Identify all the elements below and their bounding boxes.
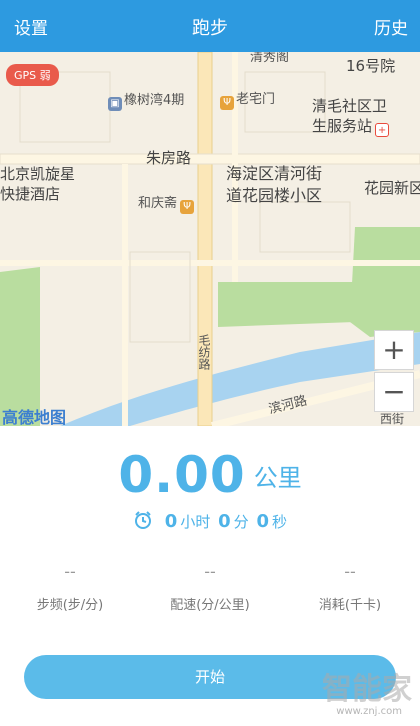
pace-value: -- xyxy=(204,562,216,581)
map-poi: 生服务站 + xyxy=(312,116,391,137)
calories-metric: -- 消耗(千卡) xyxy=(280,562,420,613)
map-label: 和庆斋 xyxy=(138,196,178,211)
road-minor xyxy=(0,260,420,266)
zoom-out-button[interactable]: − xyxy=(374,372,414,412)
seconds-unit: 秒 xyxy=(271,513,287,531)
map-label: 橡树湾4期 xyxy=(124,93,185,108)
distance-display: 0.00 公里 xyxy=(0,446,420,504)
watermark: 智能家 xyxy=(322,672,412,707)
cadence-value: -- xyxy=(64,562,76,581)
calories-label: 消耗(千卡) xyxy=(318,598,382,613)
history-button[interactable]: 历史 xyxy=(374,14,408,39)
restaurant-icon: Ψ xyxy=(180,200,195,214)
map-label: 16号院 xyxy=(346,57,396,75)
park-area xyxy=(350,227,420,337)
hospital-icon: + xyxy=(375,123,390,137)
map-label: 生服务站 xyxy=(312,117,373,135)
road-zhufang xyxy=(0,153,420,165)
map-road-label: 朱房路 xyxy=(146,149,192,167)
park-area xyxy=(0,267,40,426)
top-bar: 设置 跑步 历史 xyxy=(0,0,420,52)
map-label: 快捷酒店 xyxy=(0,185,61,203)
run-stats-panel: 0.00 公里 0 小时 0分 0秒 -- 步频(步/分) -- 配速(分/公里) … xyxy=(0,426,420,726)
hours-value: 0 xyxy=(164,511,178,532)
hours-unit: 小时 xyxy=(180,513,211,531)
map-label: 北京凯旋星 xyxy=(0,165,76,183)
cadence-metric: -- 步频(步/分) xyxy=(0,562,140,613)
cadence-label: 步频(步/分) xyxy=(36,598,104,613)
gps-signal-badge: GPS 弱 xyxy=(6,64,59,86)
minutes-value: 0 xyxy=(218,511,231,532)
map-label: 道花园楼小区 xyxy=(226,186,323,205)
map-label: 清秀阁 xyxy=(250,52,290,65)
river xyxy=(60,332,420,426)
elapsed-time: 0 小时 0分 0秒 xyxy=(0,510,420,532)
map-label: 海淀区清河街 xyxy=(226,164,323,183)
amap-logo: 高德地图 xyxy=(2,408,67,426)
distance-unit: 公里 xyxy=(253,464,302,492)
map-poi: Ψ 老宅门 xyxy=(220,88,275,110)
distance-value: 0.00 xyxy=(118,446,246,504)
map-road-label: 毛纺路 xyxy=(197,334,211,370)
map-view[interactable]: GPS 弱 清秀阁 16号院 ▣ 橡树湾4期 Ψ 老宅门 清毛社区卫 生服务站 + 朱… xyxy=(0,52,420,426)
restaurant-icon: Ψ xyxy=(220,96,234,110)
zoom-in-button[interactable]: + xyxy=(374,330,414,370)
pace-label: 配速(分/公里) xyxy=(170,598,250,613)
minutes-unit: 分 xyxy=(233,513,249,531)
road-minor xyxy=(122,164,128,426)
map-poi: ▣ 橡树湾4期 xyxy=(108,89,184,111)
calories-value: -- xyxy=(344,562,356,581)
map-label: 西街 xyxy=(380,412,405,426)
park-area xyxy=(218,282,355,327)
watermark-url: www.znj.com xyxy=(336,706,402,717)
map-label: 花园新区 xyxy=(364,179,420,197)
map-label: 清毛社区卫 xyxy=(312,97,388,115)
page-title: 跑步 xyxy=(192,18,228,39)
seconds-value: 0 xyxy=(256,511,269,532)
alarm-clock-icon xyxy=(135,511,151,529)
map-poi: 和庆斋 Ψ xyxy=(138,192,196,214)
map-label: 老宅门 xyxy=(236,92,276,107)
pace-metric: -- 配速(分/公里) xyxy=(140,562,280,613)
building-icon: ▣ xyxy=(108,97,122,111)
